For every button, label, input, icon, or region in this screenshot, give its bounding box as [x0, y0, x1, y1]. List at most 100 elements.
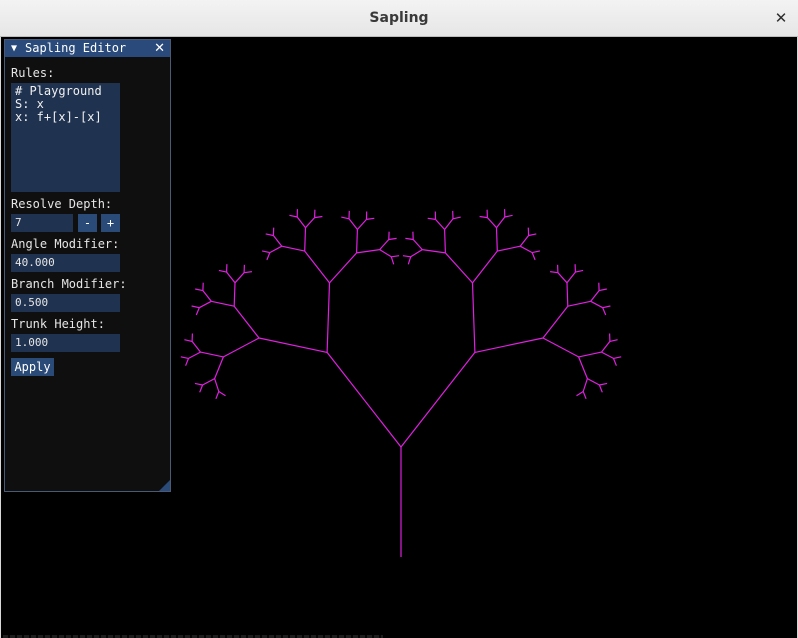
branch-segment — [356, 249, 380, 254]
branch-segment — [191, 341, 201, 353]
branch-segment — [422, 249, 446, 254]
branch-segment — [218, 269, 227, 273]
branch-segment — [272, 235, 283, 247]
branch-segment — [296, 216, 306, 229]
sapling-editor-panel[interactable]: ▼ Sapling Editor ✕ Rules: # Playground S… — [4, 39, 171, 492]
branch-segment — [379, 239, 390, 251]
branch-segment — [602, 305, 611, 309]
branch-segment — [195, 307, 200, 316]
branch-segment — [542, 305, 569, 339]
branch-segment — [497, 245, 521, 252]
panel-header[interactable]: ▼ Sapling Editor ✕ — [5, 40, 170, 57]
branch-segment — [472, 250, 498, 284]
branch-segment — [405, 237, 414, 241]
trunk-height-input[interactable]: 1.000 — [11, 334, 120, 352]
branch-segment — [444, 218, 454, 230]
branch-segment — [566, 282, 569, 307]
branch-segment — [575, 269, 584, 273]
branch-segment — [590, 290, 600, 302]
branch-segment — [532, 250, 541, 254]
branch-segment — [341, 216, 350, 220]
branch-segment — [258, 337, 328, 353]
branch-segment — [400, 352, 476, 448]
branch-segment — [226, 271, 236, 284]
branch-segment — [435, 218, 446, 230]
branch-segment — [602, 307, 607, 316]
branch-segment — [609, 339, 618, 342]
branch-segment — [356, 218, 367, 230]
branch-segment — [601, 351, 614, 359]
resolve-depth-input[interactable]: 7 — [11, 214, 73, 232]
branch-segment — [587, 378, 600, 386]
rules-label: Rules: — [11, 66, 55, 80]
branch-segment — [356, 229, 358, 253]
branch-segment — [612, 358, 617, 366]
branch-segment — [496, 216, 506, 229]
branch-segment — [184, 339, 193, 342]
branch-segment — [314, 215, 323, 219]
branch-segment — [427, 217, 436, 220]
branch-segment — [234, 272, 245, 284]
branch-modifier-label: Branch Modifier: — [11, 277, 127, 291]
window-close-icon[interactable]: ✕ — [772, 9, 790, 27]
branch-segment — [214, 356, 224, 379]
branch-modifier-input[interactable]: 0.500 — [11, 294, 120, 312]
branch-segment — [567, 300, 591, 307]
branch-segment — [326, 282, 331, 353]
branch-segment — [599, 382, 608, 386]
branch-segment — [452, 216, 461, 220]
branch-segment — [265, 233, 274, 237]
branch-segment — [566, 271, 576, 284]
branch-segment — [557, 272, 568, 284]
branch-segment — [474, 337, 544, 353]
resolve-depth-label: Resolve Depth: — [11, 197, 113, 211]
branch-segment — [410, 249, 423, 258]
branch-segment — [194, 382, 203, 386]
branch-segment — [200, 351, 224, 358]
branch-segment — [390, 256, 395, 265]
branch-segment — [528, 233, 537, 237]
branch-segment — [578, 351, 602, 358]
resize-grip-icon[interactable] — [159, 480, 170, 491]
branch-segment — [211, 300, 235, 307]
branch-segment — [613, 356, 622, 359]
branch-segment — [366, 217, 375, 220]
rules-textarea[interactable]: # Playground S: x x: f+[x]-[x] — [11, 83, 120, 192]
apply-button[interactable]: Apply — [11, 358, 54, 376]
branch-segment — [269, 245, 283, 254]
depth-increment-button[interactable]: + — [101, 214, 120, 232]
window-title: Sapling — [369, 10, 429, 26]
trunk-height-label: Trunk Height: — [11, 317, 105, 331]
window-titlebar: Sapling ✕ — [0, 0, 798, 37]
branch-segment — [598, 288, 607, 292]
branch-segment — [576, 390, 584, 397]
panel-title: Sapling Editor — [25, 41, 127, 55]
branch-segment — [479, 215, 488, 219]
branch-segment — [531, 252, 536, 261]
branch-segment — [223, 337, 260, 358]
branch-segment — [180, 356, 189, 359]
branch-segment — [550, 271, 558, 274]
branch-segment — [233, 282, 236, 307]
branch-segment — [388, 237, 397, 241]
branch-segment — [199, 384, 204, 393]
angle-modifier-input[interactable]: 40.000 — [11, 254, 120, 272]
panel-close-icon[interactable]: ✕ — [154, 40, 165, 57]
branch-segment — [215, 391, 220, 400]
branch-segment — [244, 271, 252, 274]
branch-segment — [348, 218, 358, 230]
branch-segment — [191, 305, 200, 309]
branch-segment — [578, 356, 588, 379]
branch-segment — [185, 358, 190, 366]
branch-segment — [281, 245, 305, 252]
branch-segment — [486, 217, 497, 229]
depth-decrement-button[interactable]: - — [78, 214, 97, 232]
branch-segment — [233, 305, 260, 339]
branch-segment — [495, 227, 498, 252]
branch-segment — [266, 252, 271, 261]
branch-segment — [519, 245, 533, 254]
collapse-arrow-icon[interactable]: ▼ — [11, 41, 17, 56]
branch-segment — [326, 352, 402, 448]
branch-segment — [195, 288, 204, 292]
branch-segment — [542, 337, 579, 358]
